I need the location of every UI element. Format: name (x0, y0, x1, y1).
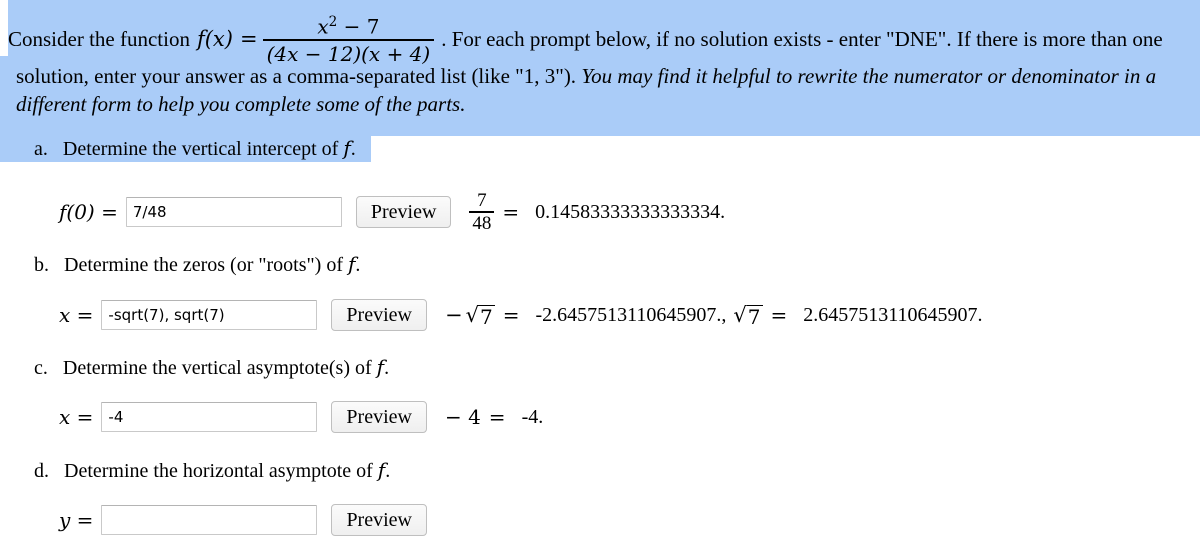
intro-after-fraction-text: . For each prompt below, if no solution … (441, 27, 1163, 52)
part-c-result: − 4 = -4. (445, 405, 543, 429)
intro-lead-text: Consider the function (8, 27, 190, 52)
part-b-marker: b. (34, 254, 49, 276)
part-a-prompt-text: Determine the vertical intercept of (62, 138, 339, 160)
part-c-answer-input[interactable] (101, 402, 318, 432)
part-a-prompt-period: . (350, 138, 356, 160)
part-b-prompt-text: Determine the zeros (or "roots") of (64, 254, 344, 276)
part-a-result-value: 0.14583333333333334. (535, 200, 726, 223)
part-c-preview-button[interactable]: Preview (331, 401, 427, 433)
part-d-answer-row: y = Preview (59, 504, 427, 536)
part-b-result-separator: , (721, 303, 727, 326)
intro-line-2: solution, enter your answer as a comma-s… (16, 62, 1200, 118)
part-c-prompt: c. Determine the vertical asymptote(s) o… (34, 355, 389, 380)
part-a-answer-input[interactable] (125, 197, 342, 228)
part-d-lhs: y = (59, 508, 94, 532)
part-c-result-equals: = (488, 405, 506, 429)
part-a-result-fraction: 7 48 (469, 190, 495, 235)
fraction-numerator: x2 − 7 (317, 14, 380, 39)
part-b-radicand-2: 7 (746, 305, 763, 329)
part-c-result-value: -4. (521, 405, 544, 428)
part-b-lhs: x = (59, 303, 94, 327)
part-a-preview-button[interactable]: Preview (355, 196, 452, 229)
part-b-answer-input[interactable] (101, 300, 318, 330)
part-d-marker: d. (34, 460, 49, 482)
part-c-marker: c. (34, 357, 48, 379)
part-a-result: 7 48 = 0.14583333333333334. (469, 190, 725, 235)
part-d-prompt: d. Determine the horizontal asymptote of… (34, 458, 390, 483)
numerator-exponent: 2 (328, 14, 338, 30)
part-b-radicand-1: 7 (478, 305, 495, 329)
numerator-remainder: − 7 (343, 14, 380, 39)
part-a-result-equals: = (502, 200, 520, 225)
part-d-prompt-period: . (385, 460, 391, 482)
intro-line2-plain: solution, enter your answer as a comma-s… (16, 64, 577, 88)
part-d-preview-button[interactable]: Preview (331, 504, 427, 536)
part-a-lhs: f(0) = (59, 200, 118, 225)
part-c-result-expression: − 4 (444, 405, 481, 429)
part-a-marker: a. (34, 138, 48, 160)
part-b-answer-row: x = Preview − √ 7 = -2.6457513110645907.… (59, 299, 983, 331)
part-c-prompt-var: f (376, 355, 385, 379)
part-b-result-value-2: 2.6457513110645907. (803, 303, 983, 326)
part-d-answer-input[interactable] (101, 505, 318, 535)
problem-page: Consider the function f(x) = x2 − 7 (4x … (0, 0, 1200, 551)
part-a-prompt-var: f (343, 136, 351, 160)
part-a-result-numerator: 7 (477, 190, 487, 211)
part-b-result-equals-1: = (502, 303, 520, 327)
part-a-answer-row: f(0) = Preview 7 48 = 0.1458333333333333… (59, 190, 725, 235)
part-b-prompt-period: . (355, 254, 361, 276)
part-b-result: − √ 7 = -2.6457513110645907. , √ 7 = 2.6… (445, 303, 983, 327)
part-b-result-radical-2: √ 7 (733, 303, 763, 329)
part-c-prompt-period: . (384, 357, 390, 379)
intro-line-1: Consider the function f(x) = x2 − 7 (4x … (8, 12, 1163, 67)
part-a-result-denominator: 48 (472, 212, 492, 234)
radical-sign-icon: √ (733, 303, 747, 327)
radical-sign-icon: √ (465, 303, 479, 327)
part-a-prompt: a. Determine the vertical intercept of f… (34, 136, 356, 161)
part-c-answer-row: x = Preview − 4 = -4. (59, 401, 543, 433)
part-b-preview-button[interactable]: Preview (331, 299, 427, 331)
part-c-lhs: x = (59, 405, 94, 429)
part-b-result-radical-1: √ 7 (465, 303, 495, 329)
part-b-result-equals-2: = (770, 303, 788, 327)
part-b-result-value-1: -2.6457513110645907. (535, 303, 722, 326)
function-fraction: x2 − 7 (4x − 12)(x + 4) (262, 11, 435, 66)
part-b-result-minus: − (444, 303, 463, 327)
function-name: f(x) (196, 27, 233, 52)
part-c-prompt-text: Determine the vertical asymptote(s) of (62, 357, 372, 379)
intro-equals-sign: = (239, 27, 258, 52)
part-d-prompt-text: Determine the horizontal asymptote of (64, 460, 373, 482)
part-b-prompt: b. Determine the zeros (or "roots") of f… (34, 252, 360, 277)
